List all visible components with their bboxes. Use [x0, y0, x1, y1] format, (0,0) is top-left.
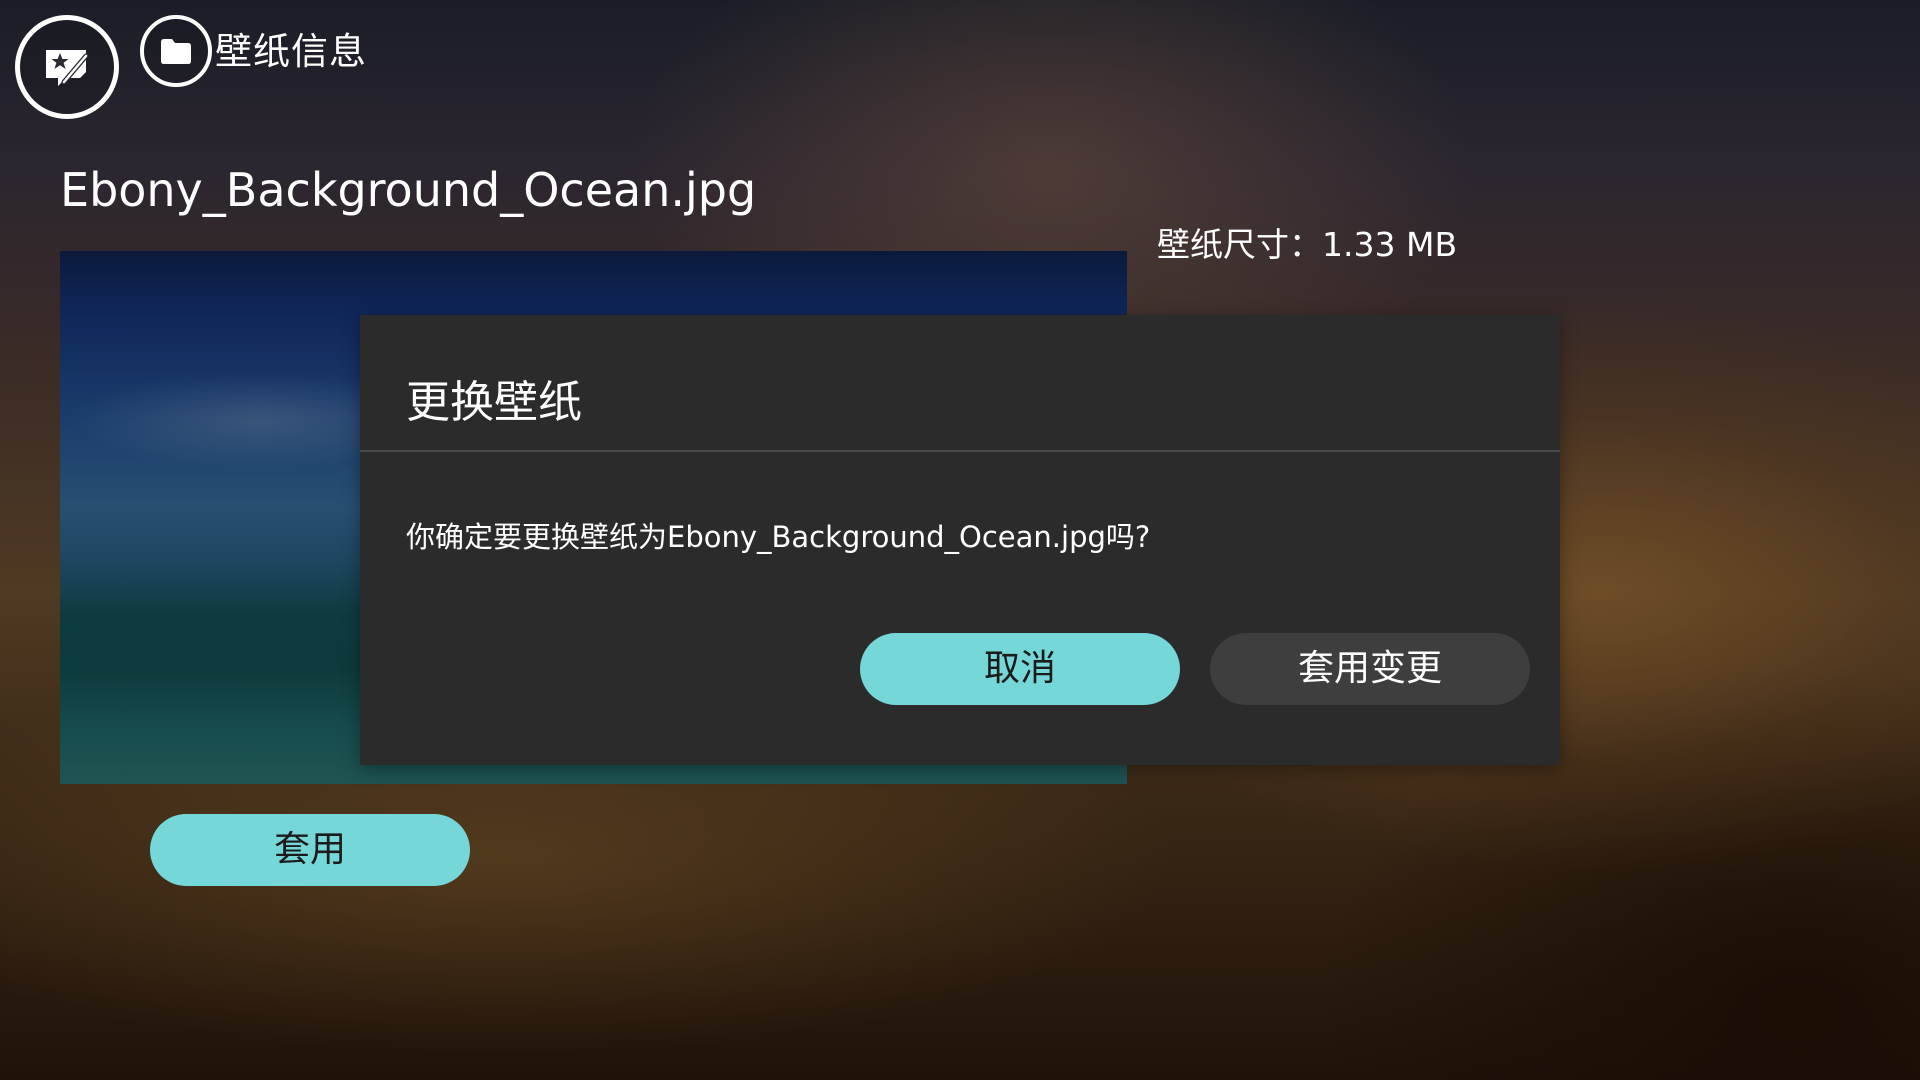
dialog-message: 你确定要更换壁纸为Ebony_Background_Ocean.jpg吗?	[406, 520, 1151, 554]
folder-button[interactable]	[140, 15, 212, 87]
cancel-button[interactable]: 取消	[860, 633, 1180, 705]
apply-button[interactable]: 套用	[150, 814, 470, 886]
app-logo[interactable]	[15, 15, 119, 119]
dialog-title: 更换壁纸	[406, 377, 582, 428]
folder-icon	[161, 39, 191, 64]
wallpaper-size-label: 壁纸尺寸：1.33 MB	[1157, 225, 1458, 264]
wallpaper-star-brush-icon	[46, 50, 89, 86]
page-title: 壁纸信息	[215, 30, 367, 73]
dialog-divider	[360, 450, 1560, 452]
change-wallpaper-dialog: 更换壁纸 你确定要更换壁纸为Ebony_Background_Ocean.jpg…	[360, 315, 1560, 765]
apply-changes-button[interactable]: 套用变更	[1210, 633, 1530, 705]
wallpaper-file-name: Ebony_Background_Ocean.jpg	[60, 163, 757, 217]
